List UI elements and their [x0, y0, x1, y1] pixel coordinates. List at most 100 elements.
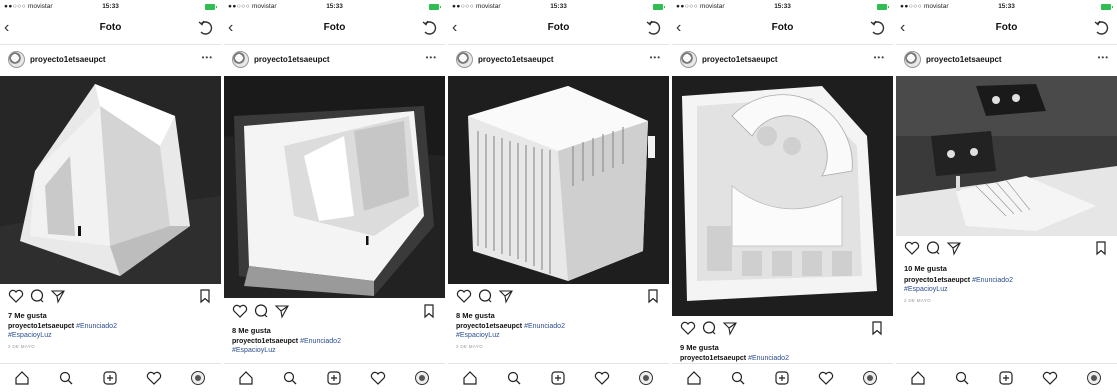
add-icon[interactable]: [998, 370, 1014, 386]
post-actions: [896, 240, 1117, 260]
caption-username[interactable]: proyecto1etsaeupct: [8, 323, 74, 330]
send-icon[interactable]: [498, 288, 514, 304]
post-username[interactable]: proyecto1etsaeupct: [254, 55, 330, 64]
comment-icon[interactable]: [253, 303, 269, 319]
comment-icon[interactable]: [701, 320, 717, 336]
post-photo[interactable]: [896, 76, 1117, 236]
profile-icon[interactable]: [1086, 370, 1102, 386]
hashtag-link[interactable]: #Enunciado2: [524, 323, 565, 330]
like-count[interactable]: 7 Me gusta: [8, 311, 47, 320]
caption-username[interactable]: proyecto1etsaeupct: [232, 338, 298, 345]
post-username[interactable]: proyecto1etsaeupct: [30, 55, 106, 64]
send-icon[interactable]: [946, 240, 962, 256]
status-bar: ●●○○○ movistar 15:33: [896, 0, 1117, 14]
status-bar: ●●○○○ movistar 15:33: [0, 0, 221, 14]
post-photo[interactable]: [224, 76, 445, 298]
heart-icon[interactable]: [232, 303, 248, 319]
hashtag-link[interactable]: #Enunciado2: [972, 277, 1013, 284]
post-photo[interactable]: [448, 76, 669, 284]
more-icon[interactable]: •••: [202, 53, 213, 62]
avatar[interactable]: [904, 51, 921, 68]
hashtag-link[interactable]: #Enunciado2: [76, 323, 117, 330]
bookmark-icon[interactable]: [197, 288, 213, 304]
avatar[interactable]: [680, 51, 697, 68]
send-icon[interactable]: [722, 320, 738, 336]
post-photo[interactable]: [672, 76, 893, 316]
post-username[interactable]: proyecto1etsaeupct: [702, 55, 778, 64]
add-icon[interactable]: [102, 370, 118, 386]
search-icon[interactable]: [58, 370, 74, 386]
bookmark-icon[interactable]: [421, 303, 437, 319]
refresh-icon[interactable]: [421, 18, 439, 38]
profile-icon[interactable]: [190, 370, 206, 386]
search-icon[interactable]: [730, 370, 746, 386]
caption-username[interactable]: proyecto1etsaeupct: [456, 323, 522, 330]
bookmark-icon[interactable]: [645, 288, 661, 304]
activity-icon[interactable]: [370, 370, 386, 386]
profile-icon[interactable]: [638, 370, 654, 386]
hashtag-link[interactable]: #Enunciado2: [300, 338, 341, 345]
add-icon[interactable]: [326, 370, 342, 386]
activity-icon[interactable]: [1042, 370, 1058, 386]
home-icon[interactable]: [910, 370, 926, 386]
like-count[interactable]: 8 Me gusta: [456, 311, 495, 320]
profile-icon[interactable]: [414, 370, 430, 386]
avatar[interactable]: [8, 51, 25, 68]
search-icon[interactable]: [954, 370, 970, 386]
more-icon[interactable]: •••: [1098, 53, 1109, 62]
hashtag-link[interactable]: #EspacioyLuz: [904, 286, 948, 293]
post-photo[interactable]: [0, 76, 221, 284]
caption-username[interactable]: proyecto1etsaeupct: [680, 355, 746, 362]
profile-icon[interactable]: [862, 370, 878, 386]
activity-icon[interactable]: [146, 370, 162, 386]
post-caption: proyecto1etsaeupct #Enunciado2 #Espacioy…: [904, 276, 1109, 294]
home-icon[interactable]: [238, 370, 254, 386]
refresh-icon[interactable]: [197, 18, 215, 38]
activity-icon[interactable]: [818, 370, 834, 386]
comment-icon[interactable]: [29, 288, 45, 304]
home-icon[interactable]: [462, 370, 478, 386]
activity-icon[interactable]: [594, 370, 610, 386]
send-icon[interactable]: [274, 303, 290, 319]
avatar[interactable]: [456, 51, 473, 68]
hashtag-link[interactable]: #Enunciado2: [748, 355, 789, 362]
refresh-icon[interactable]: [869, 18, 887, 38]
send-icon[interactable]: [50, 288, 66, 304]
heart-icon[interactable]: [8, 288, 24, 304]
like-count[interactable]: 9 Me gusta: [680, 343, 719, 352]
tab-bar: [0, 363, 221, 392]
post-caption: proyecto1etsaeupct #Enunciado2 #Espacioy…: [456, 322, 661, 340]
caption-username[interactable]: proyecto1etsaeupct: [904, 277, 970, 284]
more-icon[interactable]: •••: [874, 53, 885, 62]
home-icon[interactable]: [14, 370, 30, 386]
post-header: proyecto1etsaeupct •••: [0, 46, 221, 74]
home-icon[interactable]: [686, 370, 702, 386]
add-icon[interactable]: [774, 370, 790, 386]
refresh-icon[interactable]: [1093, 18, 1111, 38]
more-icon[interactable]: •••: [650, 53, 661, 62]
post-username[interactable]: proyecto1etsaeupct: [926, 55, 1002, 64]
more-icon[interactable]: •••: [426, 53, 437, 62]
like-count[interactable]: 10 Me gusta: [904, 264, 947, 273]
heart-icon[interactable]: [456, 288, 472, 304]
tab-bar: [224, 363, 445, 392]
hashtag-link[interactable]: #EspacioyLuz: [8, 332, 52, 339]
hashtag-link[interactable]: #EspacioyLuz: [456, 332, 500, 339]
heart-icon[interactable]: [904, 240, 920, 256]
bookmark-icon[interactable]: [869, 320, 885, 336]
like-count[interactable]: 8 Me gusta: [232, 326, 271, 335]
post-username[interactable]: proyecto1etsaeupct: [478, 55, 554, 64]
post-header: proyecto1etsaeupct •••: [672, 46, 893, 74]
search-icon[interactable]: [282, 370, 298, 386]
search-icon[interactable]: [506, 370, 522, 386]
avatar[interactable]: [232, 51, 249, 68]
phone-screen-2: ●●○○○ movistar 15:33 ‹ Foto proyecto1ets…: [224, 0, 445, 392]
add-icon[interactable]: [550, 370, 566, 386]
bookmark-icon[interactable]: [1093, 240, 1109, 256]
comment-icon[interactable]: [925, 240, 941, 256]
post-date: 2 DE MAYO: [8, 344, 35, 349]
heart-icon[interactable]: [680, 320, 696, 336]
refresh-icon[interactable]: [645, 18, 663, 38]
hashtag-link[interactable]: #EspacioyLuz: [232, 347, 276, 354]
comment-icon[interactable]: [477, 288, 493, 304]
